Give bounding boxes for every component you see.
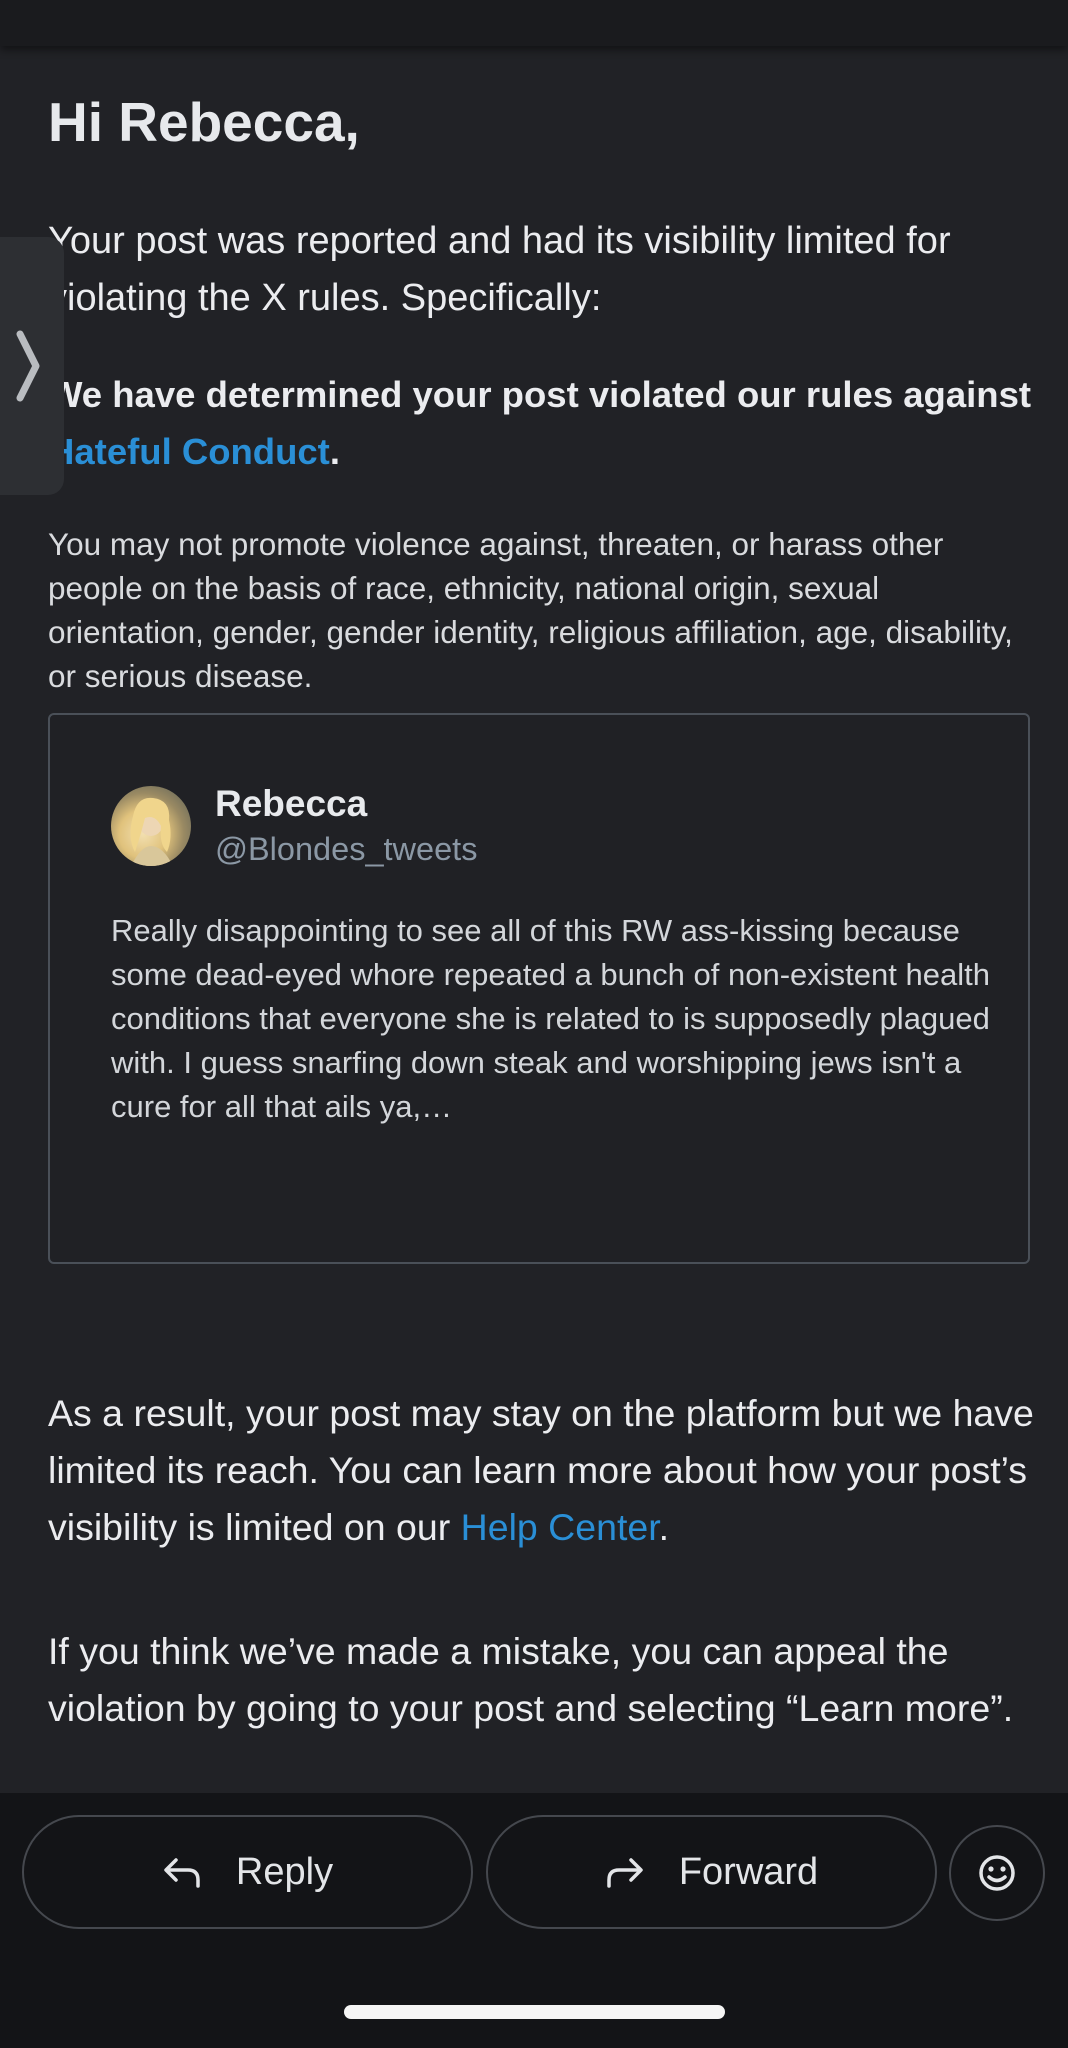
- forward-button[interactable]: Forward: [486, 1815, 937, 1929]
- rule-description: You may not promote violence against, th…: [48, 526, 1013, 694]
- rule-heading-period: .: [329, 431, 340, 472]
- rule-heading-text: We have determined your post violated ou…: [48, 374, 1032, 415]
- chevron-right-icon: [16, 330, 40, 402]
- forward-arrow-icon: [607, 1858, 643, 1888]
- reply-arrow-icon: [164, 1858, 200, 1888]
- avatar: [111, 786, 191, 866]
- appeal-paragraph: If you think we’ve made a mistake, you c…: [48, 1630, 1014, 1729]
- post-text: Really disappointing to see all of this …: [111, 913, 990, 1124]
- email-body: Hi Rebecca, Your post was reported and h…: [0, 46, 1068, 1793]
- emoji-reaction-button[interactable]: [949, 1825, 1045, 1921]
- side-panel-handle[interactable]: [0, 237, 64, 495]
- top-app-bar: [0, 0, 1068, 46]
- rule-heading: We have determined your post violated ou…: [48, 366, 1038, 480]
- post-author-handle: @Blondes_tweets: [215, 831, 478, 867]
- home-indicator[interactable]: [344, 2005, 725, 2019]
- hateful-conduct-link[interactable]: Hateful Conduct: [48, 431, 330, 472]
- email-greeting: Hi Rebecca,: [48, 91, 360, 153]
- reply-label: Reply: [235, 1850, 334, 1893]
- result-paragraph: As a result, your post may stay on the p…: [48, 1385, 1048, 1556]
- result-period: .: [658, 1506, 670, 1548]
- post-author-name: Rebecca: [215, 783, 368, 824]
- smiley-icon: [979, 1855, 1015, 1891]
- reported-post-card: Rebecca @Blondes_tweets Really disappoin…: [48, 713, 1030, 1264]
- forward-label: Forward: [678, 1850, 819, 1893]
- reply-button[interactable]: Reply: [22, 1815, 473, 1929]
- email-intro: Your post was reported and had its visib…: [48, 220, 951, 319]
- help-center-link[interactable]: Help Center: [461, 1506, 659, 1548]
